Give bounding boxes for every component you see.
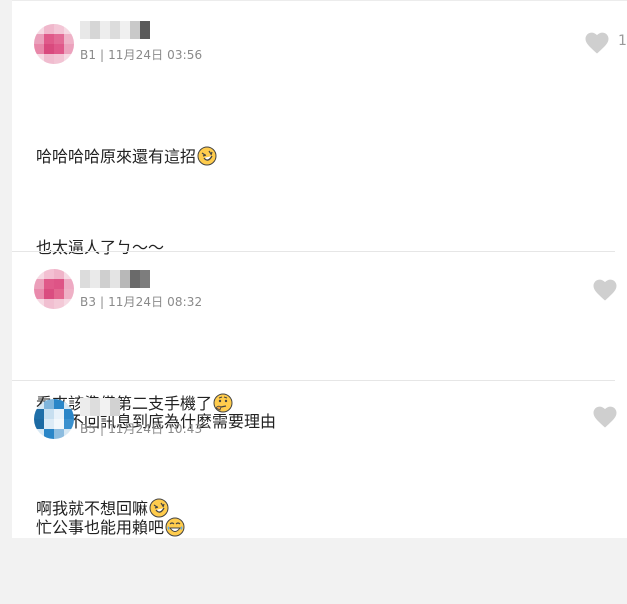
comment-meta: B1 | 11月24日 03:56 [80,48,203,62]
comment-meta: B3 | 11月24日 08:32 [80,295,203,309]
username-blurred[interactable] [80,21,150,39]
comment-line: 也太逼人了ㄅ～～ [36,238,165,257]
heart-icon[interactable] [585,32,609,54]
thinking-emoji [213,393,233,422]
comment-meta: B5 | 11月24日 10:43 [80,422,203,436]
floor-label: B1 [80,48,97,62]
comment-date: 11月24日 08:32 [108,295,203,309]
username-blurred[interactable] [80,398,120,416]
comment-body: 忙公事也能用賴吧 [36,455,185,604]
divider [12,380,615,381]
comment-line: 忙公事也能用賴吧 [36,518,165,537]
like-count: 1 [618,33,627,49]
username-blurred[interactable] [80,270,150,288]
heart-icon[interactable] [593,406,617,428]
comment-date: 11月24日 03:56 [108,48,203,62]
comment-list: B1 | 11月24日 03:56 1 哈哈哈哈原來還有這招 也太逼人了ㄅ～～ … [12,0,627,538]
divider [12,0,627,1]
comment-date: 11月24日 10:43 [108,422,203,436]
avatar[interactable] [34,269,74,309]
rofl-emoji [197,146,217,175]
avatar[interactable] [34,399,74,439]
heart-icon[interactable] [593,279,617,301]
floor-label: B5 [80,422,97,436]
floor-label: B3 [80,295,97,309]
comment-line: 哈哈哈哈原來還有這招 [36,147,197,166]
divider [12,251,615,252]
joy-emoji [165,517,185,546]
avatar[interactable] [34,24,74,64]
